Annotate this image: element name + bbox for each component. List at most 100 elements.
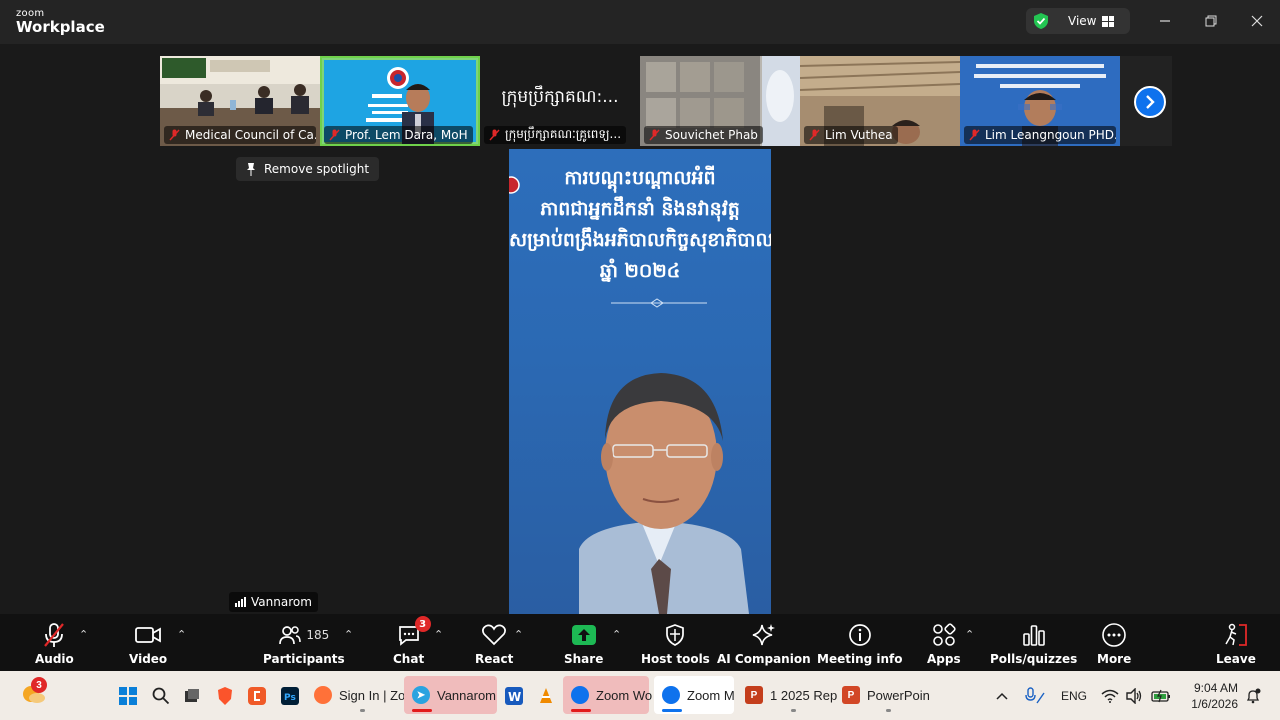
gallery-grid-icon xyxy=(1102,15,1115,27)
powerpoint-icon: P xyxy=(745,686,763,704)
share-screen-icon xyxy=(571,625,596,645)
language-indicator[interactable]: ENG xyxy=(1061,684,1087,708)
taskbar-photoshop[interactable]: Ps xyxy=(281,684,299,708)
sparkle-icon xyxy=(752,624,775,646)
active-indicator xyxy=(412,709,432,712)
taskbar-app-orange[interactable] xyxy=(248,684,266,708)
taskbar-app-label: Sign In | Zo xyxy=(339,687,406,703)
apps-label: Apps xyxy=(927,652,961,666)
weather-widget[interactable]: 3 xyxy=(20,677,47,705)
taskbar-powerpoint[interactable]: P PowerPoin xyxy=(834,676,938,714)
pin-icon xyxy=(247,162,255,176)
chat-unread-badge: 3 xyxy=(414,616,431,632)
slide-line: ឆ្នាំ ២០២៤ xyxy=(599,260,681,282)
notifications-button[interactable] xyxy=(1245,684,1261,708)
participant-tile-active[interactable]: Prof. Lem Dara, MoH xyxy=(320,56,480,146)
participant-tile[interactable]: Lim Vuthea xyxy=(800,56,960,146)
share-label: Share xyxy=(564,652,604,666)
vlc-cone-icon xyxy=(540,688,552,703)
leave-label: Leave xyxy=(1216,652,1256,666)
restore-button[interactable] xyxy=(1200,10,1222,32)
participant-tile[interactable]: ក្រុមប្រឹក្សាគណ:... ក្រុមប្រឹក្សាគណៈគ្រូ… xyxy=(480,56,640,146)
close-button[interactable] xyxy=(1246,10,1268,32)
participant-tile-name: ក្រុមប្រឹក្សាគណ:... xyxy=(501,87,619,107)
slide-line: ភាពជាអ្នកដឹកនាំ និងនវានុវត្ត xyxy=(540,198,740,220)
participant-tile[interactable]: Medical Council of Ca... xyxy=(160,56,320,146)
taskbar-app-label: Vannarom xyxy=(437,687,497,703)
more-label: More xyxy=(1097,652,1132,666)
react-options-caret[interactable]: ⌃ xyxy=(514,628,523,641)
svg-text:Ps: Ps xyxy=(284,693,296,703)
signal-strength-icon xyxy=(235,597,246,607)
more-button[interactable]: More xyxy=(1097,622,1131,666)
taskbar-brave[interactable] xyxy=(216,684,234,708)
microphone-in-use-icon xyxy=(1025,687,1045,704)
close-icon xyxy=(1251,15,1263,27)
chat-button[interactable]: 3 Chat xyxy=(393,616,431,666)
mic-tray-button[interactable] xyxy=(1024,684,1046,708)
taskbar-firefox-signin[interactable]: Sign In | Zo xyxy=(306,676,413,714)
strip-next-button[interactable] xyxy=(1134,86,1166,118)
apps-button[interactable]: Apps xyxy=(927,622,961,666)
minimize-icon xyxy=(1160,20,1170,22)
participants-options-caret[interactable]: ⌃ xyxy=(344,628,353,641)
chat-options-caret[interactable]: ⌃ xyxy=(434,628,443,641)
chevron-right-icon xyxy=(1146,95,1155,109)
audio-button[interactable]: Audio xyxy=(35,622,74,666)
participant-name: Medical Council of Ca... xyxy=(185,128,316,142)
info-icon xyxy=(848,624,871,646)
svg-text:W: W xyxy=(508,690,521,704)
system-clock[interactable]: 9:04 AM 1/6/2026 xyxy=(1186,680,1238,712)
windows-start-icon xyxy=(119,687,137,705)
search-button[interactable] xyxy=(152,684,170,708)
react-button[interactable]: React xyxy=(475,622,513,666)
taskbar-vlc[interactable] xyxy=(538,684,554,708)
speaker-name: Vannarom xyxy=(251,595,312,609)
wifi-icon xyxy=(1101,689,1119,703)
remove-spotlight-button[interactable]: Remove spotlight xyxy=(236,157,380,181)
taskbar-powerpoint-report[interactable]: P 1 2025 Rep xyxy=(737,676,845,714)
taskbar-word[interactable]: W xyxy=(505,684,523,708)
share-options-caret[interactable]: ⌃ xyxy=(612,628,621,641)
host-tools-button[interactable]: Host tools xyxy=(641,622,710,666)
participant-name: Souvichet Phab xyxy=(665,128,758,142)
leave-button[interactable]: Leave xyxy=(1216,622,1256,666)
participant-tile[interactable]: Souvichet Phab xyxy=(640,56,800,146)
start-button[interactable] xyxy=(119,684,137,708)
zoom-meeting-icon xyxy=(662,686,680,704)
audio-options-caret[interactable]: ⌃ xyxy=(79,628,88,641)
meeting-info-button[interactable]: Meeting info xyxy=(817,622,903,666)
wifi-indicator[interactable] xyxy=(1101,684,1119,708)
participant-label: Lim Vuthea xyxy=(804,126,898,144)
participant-tile[interactable]: Lim Leangngoun PHD... xyxy=(960,56,1120,146)
participants-button[interactable]: 185 Participants xyxy=(263,622,345,666)
video-label: Video xyxy=(129,652,168,666)
task-view-button[interactable] xyxy=(184,684,200,708)
minimize-button[interactable] xyxy=(1154,10,1176,32)
participants-count: 185 xyxy=(306,628,330,642)
firefox-icon xyxy=(314,686,332,704)
taskbar-app-label: 1 2025 Rep xyxy=(770,687,838,703)
taskbar-zoom-workplace[interactable]: Zoom Wo xyxy=(563,676,652,714)
participant-strip: Medical Council of Ca... Prof. Lem Dara, xyxy=(160,56,1120,146)
taskbar-app-label: PowerPoin xyxy=(867,687,930,703)
running-indicator xyxy=(359,709,365,712)
taskbar-zoom-meeting[interactable]: Zoom M xyxy=(654,676,735,714)
volume-indicator[interactable] xyxy=(1125,684,1143,708)
apps-options-caret[interactable]: ⌃ xyxy=(965,628,974,641)
encryption-shield-icon[interactable] xyxy=(1032,12,1050,30)
video-options-caret[interactable]: ⌃ xyxy=(177,628,186,641)
share-button[interactable]: Share xyxy=(564,622,603,666)
show-hidden-icons-button[interactable] xyxy=(995,684,1009,708)
video-camera-icon xyxy=(135,627,161,643)
taskbar-telegram-vannarom[interactable]: ➤ Vannarom xyxy=(404,676,497,714)
polls-quizzes-button[interactable]: Polls/quizzes xyxy=(990,622,1077,666)
taskbar-app-label: Zoom M xyxy=(687,687,735,703)
react-label: React xyxy=(475,652,514,666)
poll-bars-icon xyxy=(1022,625,1045,646)
view-button[interactable]: View xyxy=(1026,8,1130,34)
battery-indicator[interactable] xyxy=(1151,684,1171,708)
video-button[interactable]: Video xyxy=(129,622,167,666)
ai-companion-button[interactable]: AI Companion xyxy=(717,622,811,666)
participant-label: Souvichet Phab xyxy=(644,126,763,144)
